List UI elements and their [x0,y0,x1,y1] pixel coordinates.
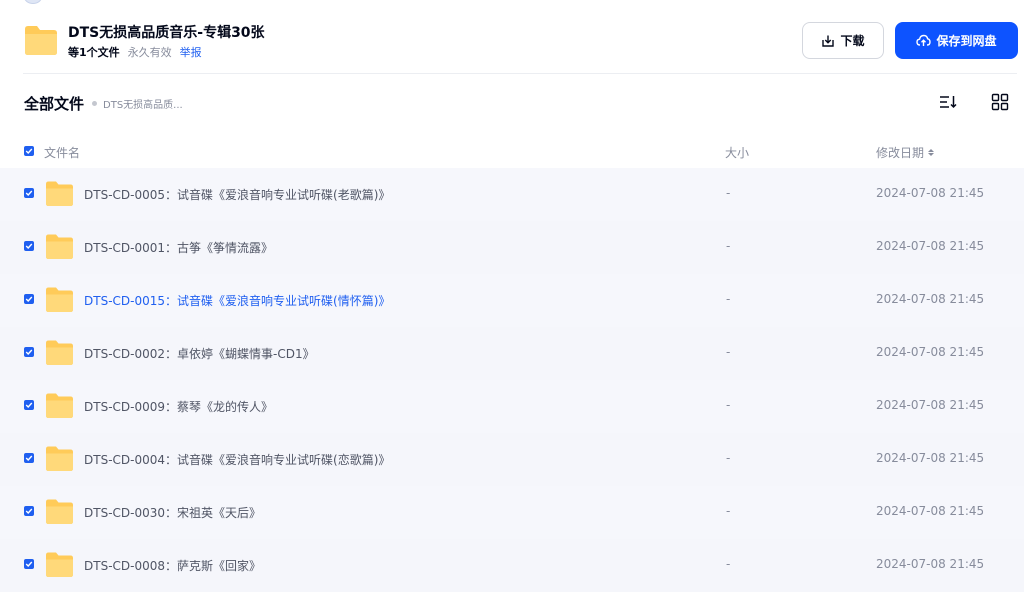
breadcrumb-root[interactable]: 全部文件 [24,93,84,114]
row-checkbox[interactable] [24,453,34,463]
share-title: DTS无损高品质音乐-专辑30张 [68,25,265,41]
file-modified: 2024-07-08 21:45 [876,504,985,518]
checkmark-icon [25,296,33,303]
validity-text: 永久有效 [127,46,172,59]
folder-icon [46,552,73,577]
folder-icon [46,181,73,206]
breadcrumb: 全部文件 DTS无损高品质... [24,92,183,114]
column-header-name[interactable]: 文件名 [44,144,80,161]
file-size: - [726,186,731,200]
row-checkbox[interactable] [24,506,34,516]
checkmark-icon [25,148,33,155]
file-size: - [726,504,731,518]
file-row[interactable]: DTS-CD-0001：古筝《筝情流露》 - 2024-07-08 21:45 [0,221,1024,274]
file-row[interactable]: DTS-CD-0015：试音碟《爱浪音响专业试听碟(情怀篇)》 - 2024-0… [0,274,1024,327]
file-count: 等1个文件 [68,46,120,59]
file-row[interactable]: DTS-CD-0030：宋祖英《天后》 - 2024-07-08 21:45 [0,486,1024,539]
file-modified: 2024-07-08 21:45 [876,398,985,412]
file-size: - [726,239,731,253]
file-modified: 2024-07-08 21:45 [876,186,985,200]
file-name[interactable]: DTS-CD-0001：古筝《筝情流露》 [84,239,273,256]
column-header-modified[interactable]: 修改日期 [876,144,935,161]
file-size: - [726,557,731,571]
row-checkbox[interactable] [24,294,34,304]
save-label: 保存到网盘 [936,34,997,48]
folder-icon [46,234,73,259]
save-to-drive-button[interactable]: 保存到网盘 [895,22,1018,59]
checkmark-icon [25,455,33,462]
breadcrumb-separator [92,100,98,106]
breadcrumb-current[interactable]: DTS无损高品质... [103,96,183,111]
file-modified: 2024-07-08 21:45 [876,557,985,571]
file-size: - [726,451,731,465]
row-checkbox[interactable] [24,188,34,198]
folder-icon [46,499,73,524]
share-meta: 等1个文件 永久有效 举报 [68,44,202,60]
row-checkbox[interactable] [24,347,34,357]
folder-icon [46,340,73,365]
sort-caret-icon [928,149,935,156]
column-header-size[interactable]: 大小 [725,144,749,161]
cloud-upload-icon [916,34,932,46]
column-header-modified-label: 修改日期 [876,146,925,160]
checkmark-icon [25,561,33,568]
download-icon [822,35,835,47]
checkmark-icon [25,349,33,356]
file-modified: 2024-07-08 21:45 [876,345,985,359]
file-modified: 2024-07-08 21:45 [876,451,985,465]
file-size: - [726,292,731,306]
file-row[interactable]: DTS-CD-0004：试音碟《爱浪音响专业试听碟(恋歌篇)》 - 2024-0… [0,433,1024,486]
header-divider [23,73,1017,74]
file-list: DTS-CD-0005：试音碟《爱浪音响专业试听碟(老歌篇)》 - 2024-0… [0,168,1024,592]
folder-icon [46,446,73,471]
row-checkbox[interactable] [24,559,34,569]
checkmark-icon [25,190,33,197]
file-name[interactable]: DTS-CD-0030：宋祖英《天后》 [84,504,261,521]
row-checkbox[interactable] [24,241,34,251]
download-button[interactable]: 下载 [802,22,884,59]
grid-view-icon[interactable] [991,93,1009,111]
checkmark-icon [25,508,33,515]
share-header: DTS无损高品质音乐-专辑30张 等1个文件 永久有效 举报 下载 保存到网盘 [0,0,1024,74]
file-name[interactable]: DTS-CD-0008：萨克斯《回家》 [84,557,261,574]
checkmark-icon [25,243,33,250]
report-link[interactable]: 举报 [180,44,202,60]
file-table-header: 文件名 大小 修改日期 [0,138,1024,166]
folder-icon [46,287,73,312]
file-row[interactable]: DTS-CD-0005：试音碟《爱浪音响专业试听碟(老歌篇)》 - 2024-0… [0,168,1024,221]
file-size: - [726,345,731,359]
row-checkbox[interactable] [24,400,34,410]
file-name[interactable]: DTS-CD-0005：试音碟《爱浪音响专业试听碟(老歌篇)》 [84,186,390,203]
download-label: 下载 [840,34,865,48]
file-name[interactable]: DTS-CD-0004：试音碟《爱浪音响专业试听碟(恋歌篇)》 [84,451,390,468]
file-name[interactable]: DTS-CD-0002：卓依婷《蝴蝶情事-CD1》 [84,345,315,362]
file-size: - [726,398,731,412]
select-all-checkbox[interactable] [24,146,34,156]
file-row[interactable]: DTS-CD-0008：萨克斯《回家》 - 2024-07-08 21:45 [0,539,1024,592]
folder-icon [25,26,57,55]
file-name[interactable]: DTS-CD-0009：蔡琴《龙的传人》 [84,398,273,415]
file-row[interactable]: DTS-CD-0002：卓依婷《蝴蝶情事-CD1》 - 2024-07-08 2… [0,327,1024,380]
sort-list-icon[interactable] [938,93,958,111]
file-name[interactable]: DTS-CD-0015：试音碟《爱浪音响专业试听碟(情怀篇)》 [84,292,390,309]
checkmark-icon [25,402,33,409]
file-modified: 2024-07-08 21:45 [876,239,985,253]
folder-icon [46,393,73,418]
file-row[interactable]: DTS-CD-0009：蔡琴《龙的传人》 - 2024-07-08 21:45 [0,380,1024,433]
file-modified: 2024-07-08 21:45 [876,292,985,306]
